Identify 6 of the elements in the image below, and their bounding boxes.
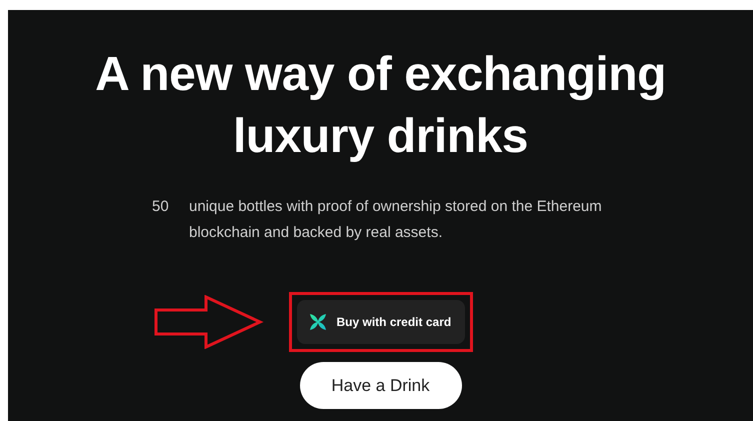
hero-description: unique bottles with proof of ownership stored on the Ethereum blockchain and backed by real assets. <box>189 197 603 243</box>
cross-logo-icon <box>308 313 326 331</box>
bottle-count: 50 <box>152 197 170 217</box>
credit-card-button[interactable]: Buy with credit card <box>296 300 464 344</box>
have-a-drink-button[interactable]: Have a Drink <box>300 362 462 409</box>
hero-heading: A new way of exchanging luxury drinks <box>94 47 667 165</box>
